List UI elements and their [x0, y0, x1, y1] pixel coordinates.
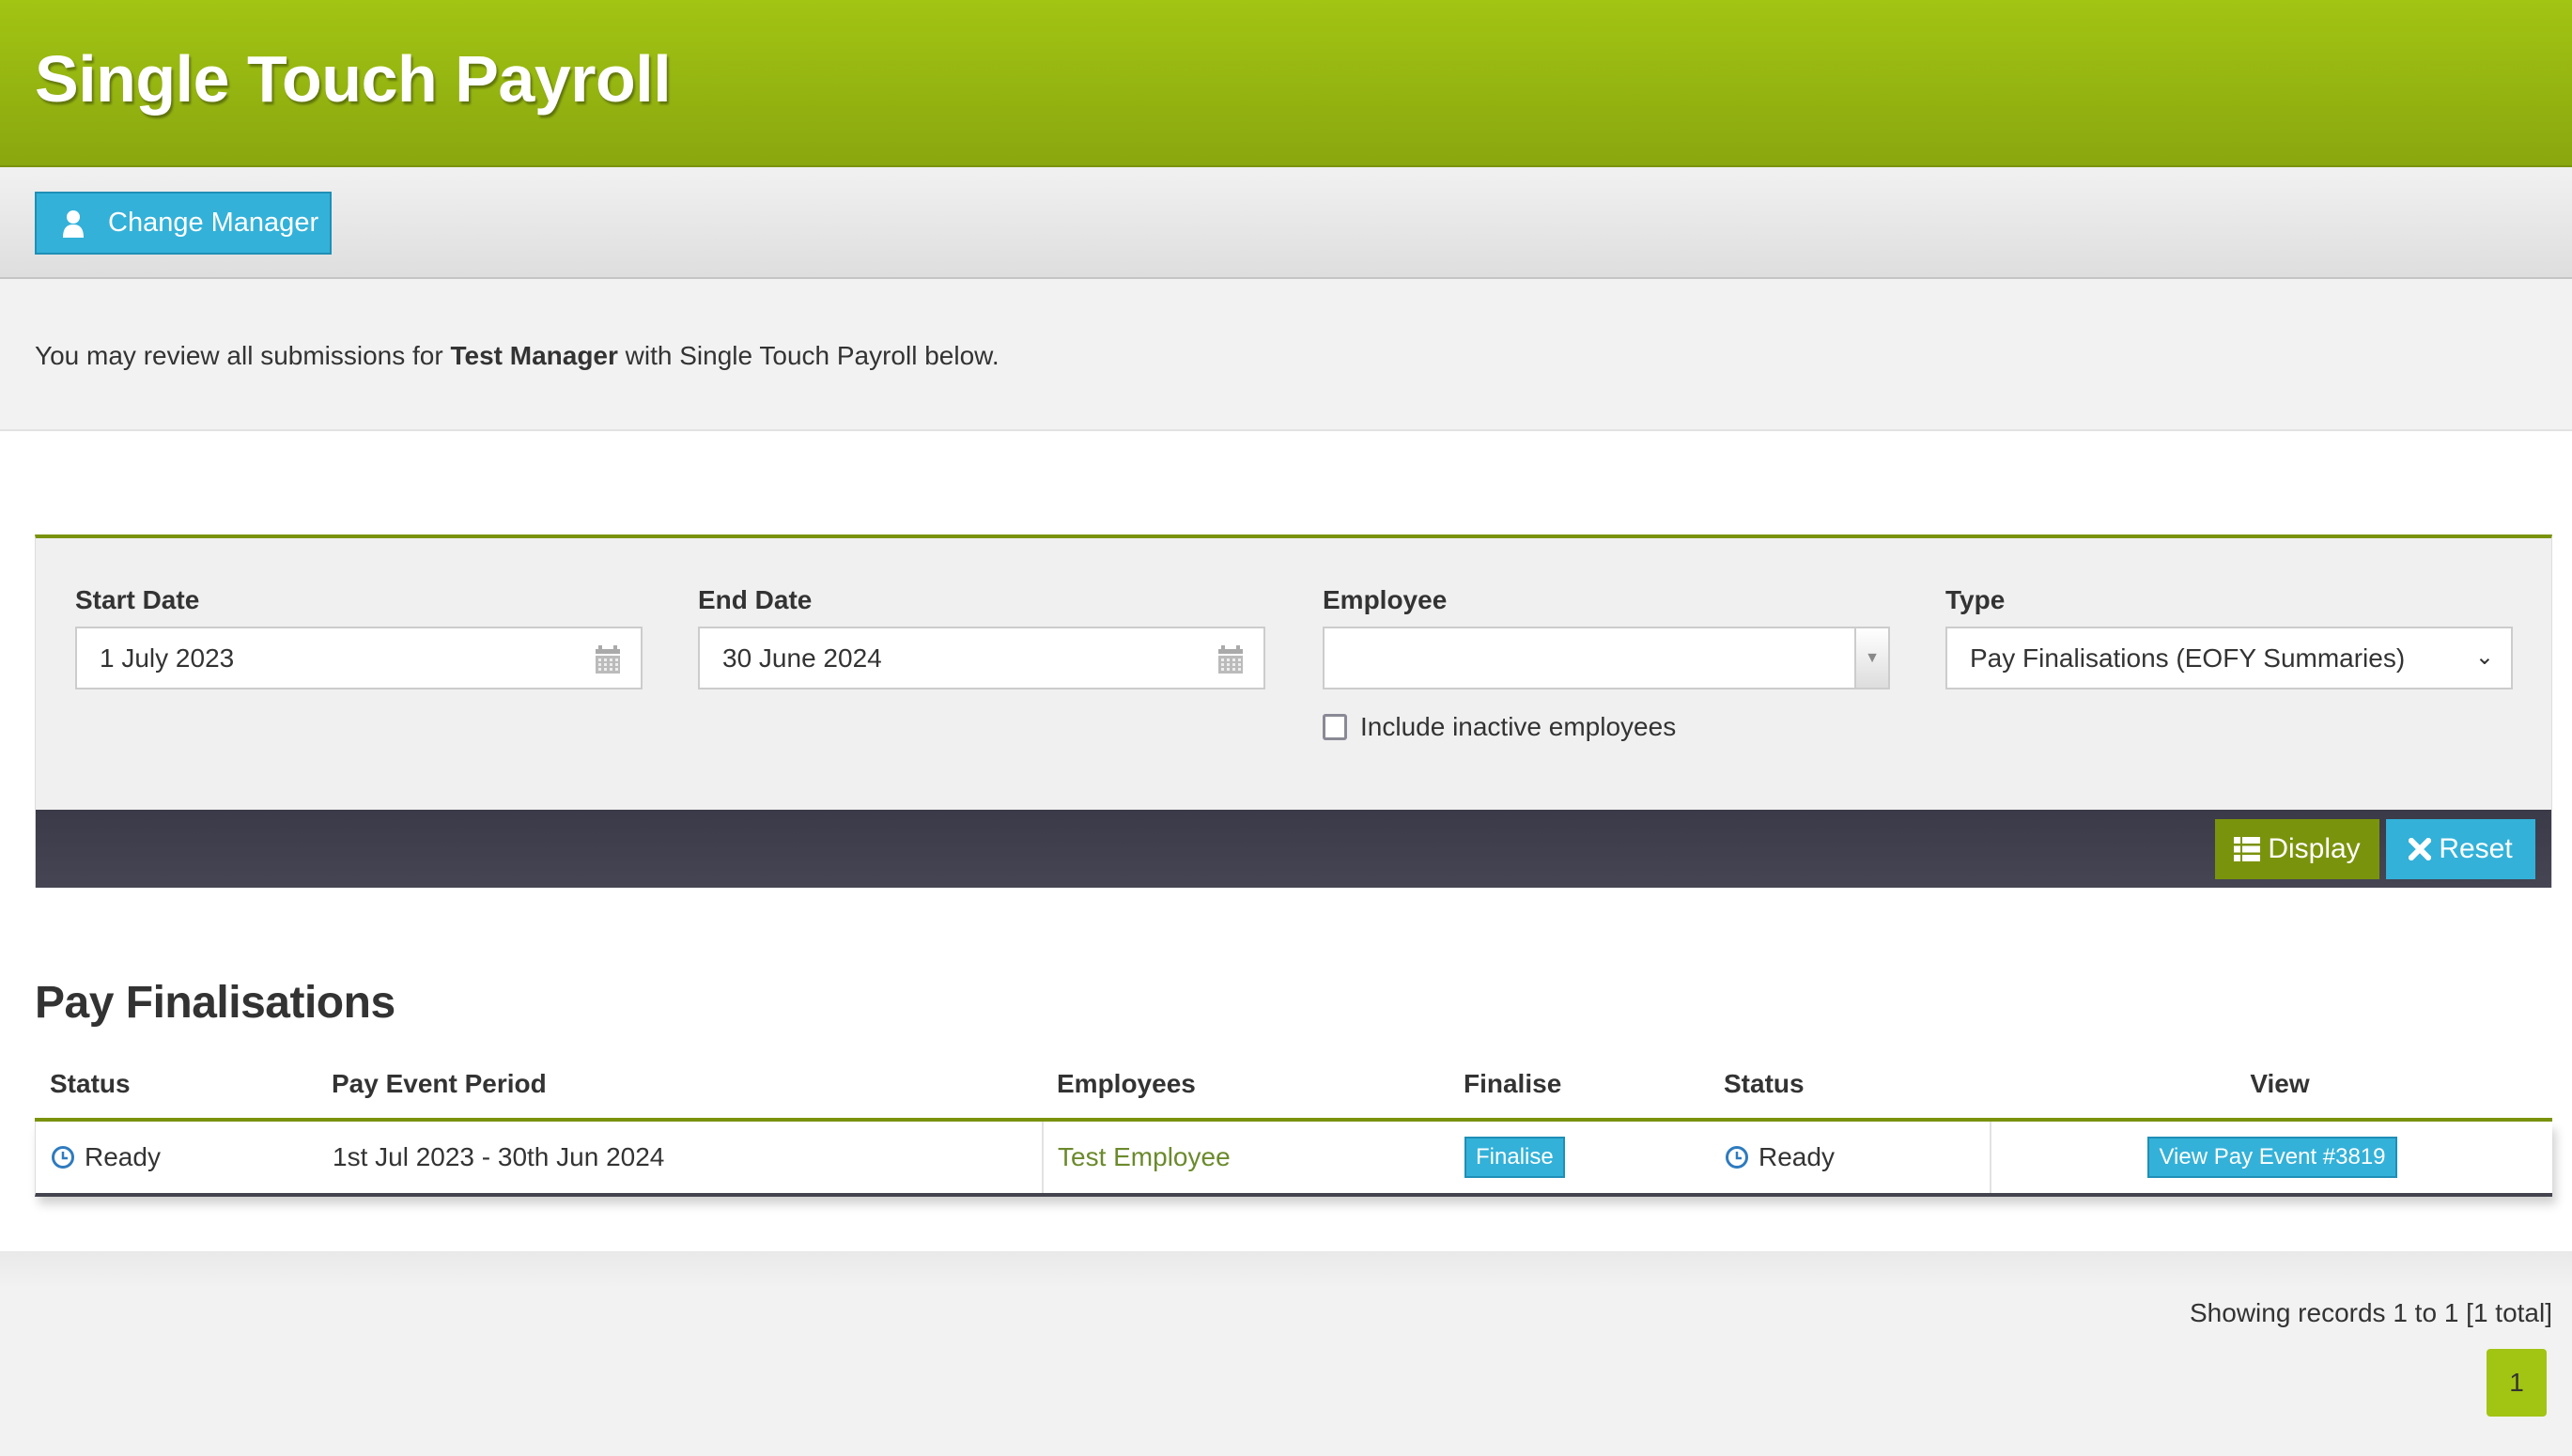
reset-label: Reset — [2439, 833, 2513, 864]
status-cell: Ready — [51, 1122, 161, 1193]
user-icon — [63, 209, 84, 238]
start-date-value: 1 July 2023 — [100, 643, 235, 673]
change-manager-label: Change Manager — [108, 208, 319, 238]
column-header-finalise: Finalise — [1464, 1069, 1562, 1098]
view-pay-event-button[interactable]: View Pay Event #3819 — [2147, 1137, 2397, 1178]
view-cell: View Pay Event #3819 — [1991, 1122, 2553, 1193]
description-prefix: You may review all submissions for — [35, 341, 451, 370]
type-select[interactable]: Pay Finalisations (EOFY Summaries) ⌄ — [1945, 627, 2513, 689]
column-header-status: Status — [50, 1069, 131, 1098]
pagination-footer: Showing records 1 to 1 [1 total] 1 — [0, 1251, 2572, 1456]
include-inactive-checkbox[interactable] — [1323, 714, 1347, 740]
filter-action-bar: Display Reset — [36, 810, 2551, 888]
description-text: You may review all submissions for Test … — [35, 341, 999, 371]
reset-button[interactable]: Reset — [2386, 819, 2535, 879]
calendar-icon[interactable] — [1218, 645, 1243, 674]
cell-divider — [1042, 1122, 1044, 1193]
employee-link[interactable]: Test Employee — [1058, 1142, 1231, 1172]
page-title: Single Touch Payroll — [35, 42, 672, 116]
dropdown-arrow-icon[interactable]: ▼ — [1854, 628, 1888, 688]
calendar-icon[interactable] — [596, 645, 620, 674]
filter-panel: Start Date 1 July 2023 End Date 30 June … — [35, 534, 2552, 888]
change-manager-button[interactable]: Change Manager — [35, 192, 332, 255]
toolbar: Change Manager — [0, 167, 2572, 279]
column-header-view: View — [2250, 1069, 2310, 1098]
finalise-cell: Finalise — [1464, 1122, 1565, 1193]
type-value: Pay Finalisations (EOFY Summaries) — [1970, 643, 2406, 673]
end-date-value: 30 June 2024 — [722, 643, 882, 673]
column-header-employees: Employees — [1057, 1069, 1196, 1098]
status-text: Ready — [85, 1142, 161, 1171]
end-date-label: End Date — [698, 585, 813, 614]
chevron-down-icon[interactable]: ⌄ — [2475, 643, 2494, 671]
column-header-status-2: Status — [1724, 1069, 1805, 1098]
clock-icon — [52, 1146, 74, 1169]
column-header-pay-event-period: Pay Event Period — [332, 1069, 547, 1098]
status2-text: Ready — [1759, 1142, 1835, 1171]
start-date-label: Start Date — [75, 585, 200, 614]
include-inactive-label[interactable]: Include inactive employees — [1360, 712, 1676, 742]
finalise-button[interactable]: Finalise — [1464, 1137, 1565, 1178]
display-button[interactable]: Display — [2215, 819, 2379, 879]
display-label: Display — [2268, 833, 2361, 864]
employee-select[interactable]: ▼ — [1323, 627, 1890, 689]
period-cell: 1st Jul 2023 - 30th Jun 2024 — [333, 1142, 665, 1171]
list-icon — [2234, 837, 2261, 861]
employee-label: Employee — [1323, 585, 1448, 614]
end-date-input[interactable]: 30 June 2024 — [698, 627, 1265, 689]
table-row: Ready 1st Jul 2023 - 30th Jun 2024 Test … — [35, 1122, 2552, 1197]
include-inactive-row[interactable]: Include inactive employees — [1323, 712, 1676, 742]
page-1-button[interactable]: 1 — [2487, 1349, 2547, 1417]
employees-cell: Test Employee — [1058, 1122, 1231, 1193]
type-label: Type — [1945, 585, 2006, 614]
description-suffix: with Single Touch Payroll below. — [617, 341, 999, 370]
page-header: Single Touch Payroll — [0, 0, 2572, 167]
description-band: You may review all submissions for Test … — [0, 279, 2572, 431]
status2-cell: Ready — [1725, 1122, 1835, 1193]
clock-icon — [1726, 1146, 1748, 1169]
manager-name: Test Manager — [450, 341, 618, 370]
section-title: Pay Finalisations — [35, 978, 395, 1028]
start-date-input[interactable]: 1 July 2023 — [75, 627, 643, 689]
close-icon — [2409, 838, 2432, 860]
records-summary: Showing records 1 to 1 [1 total] — [2190, 1298, 2552, 1327]
